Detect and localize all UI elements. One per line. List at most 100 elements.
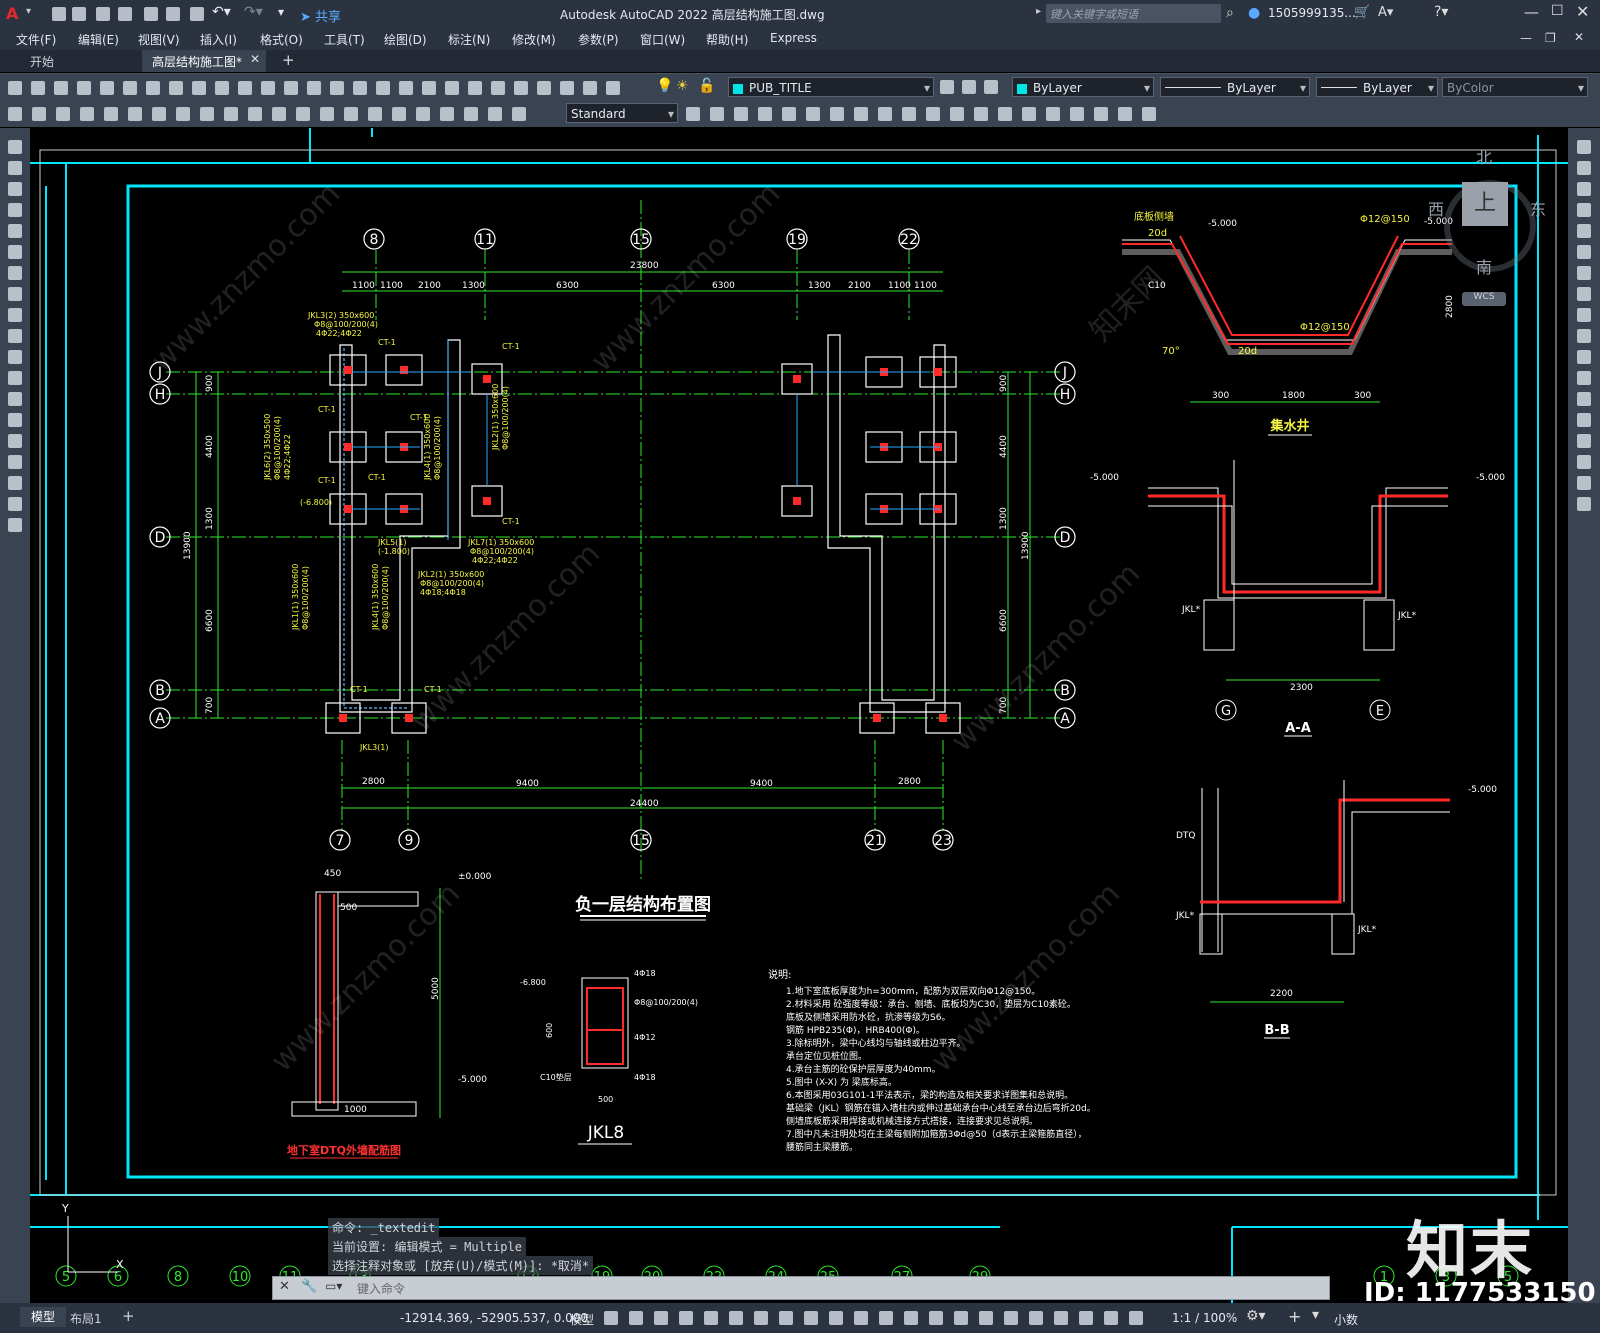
dimension-tool-5-icon[interactable] — [104, 107, 118, 121]
standard-tool-16-icon[interactable] — [353, 81, 367, 95]
draw-tool-8-icon[interactable] — [8, 287, 22, 301]
modify-tool-13-icon[interactable] — [1577, 392, 1591, 406]
open-web-icon[interactable] — [144, 7, 158, 21]
color-dropdown[interactable]: ByLayer — [1012, 77, 1154, 98]
save-web-icon[interactable] — [166, 7, 180, 21]
open-file-icon[interactable] — [72, 7, 86, 21]
modify-tool-18-icon[interactable] — [1577, 497, 1591, 511]
dimension-tool-13-icon[interactable] — [296, 107, 310, 121]
status-toggle-12-icon[interactable] — [879, 1311, 893, 1325]
standard-tool-8-icon[interactable] — [169, 81, 183, 95]
status-toggle-11-icon[interactable] — [854, 1311, 868, 1325]
draw-tool-5-icon[interactable] — [8, 224, 22, 238]
command-input[interactable]: ✕ 🔧 ▭▾ 键入命令 — [272, 1276, 1330, 1300]
standard-tool-21-icon[interactable] — [468, 81, 482, 95]
modify-tool-6-icon[interactable] — [806, 107, 820, 121]
annotation-scale[interactable]: 1:1 / 100% — [1172, 1311, 1237, 1325]
standard-tool-7-icon[interactable] — [146, 81, 160, 95]
modify-tool-12-icon[interactable] — [1577, 371, 1591, 385]
menu-view[interactable]: 视图(V) — [138, 31, 180, 48]
autocad-logo-icon[interactable]: A — [6, 4, 18, 23]
modify-tool-15-icon[interactable] — [1022, 107, 1036, 121]
dimension-tool-18-icon[interactable] — [416, 107, 430, 121]
print-icon[interactable] — [190, 7, 204, 21]
standard-tool-4-icon[interactable] — [77, 81, 91, 95]
standard-tool-24-icon[interactable] — [537, 81, 551, 95]
dimension-tool-20-icon[interactable] — [464, 107, 478, 121]
modify-tool-7-icon[interactable] — [830, 107, 844, 121]
layer-dropdown[interactable]: PUB_TITLE — [728, 77, 934, 98]
search-field[interactable]: 键入关键字或短语 — [1046, 4, 1221, 23]
status-toggle-9-icon[interactable] — [804, 1311, 818, 1325]
layer-previous-icon[interactable] — [962, 80, 976, 94]
draw-tool-18-icon[interactable] — [8, 497, 22, 511]
menu-file[interactable]: 文件(F) — [16, 31, 56, 48]
standard-tool-5-icon[interactable] — [100, 81, 114, 95]
status-toggle-17-icon[interactable] — [1004, 1311, 1018, 1325]
modify-tool-10-icon[interactable] — [902, 107, 916, 121]
modify-tool-12-icon[interactable] — [950, 107, 964, 121]
command-close-icon[interactable]: ✕ — [279, 1279, 290, 1294]
dimension-tool-9-icon[interactable] — [200, 107, 214, 121]
draw-tool-6-icon[interactable] — [8, 245, 22, 259]
standard-tool-9-icon[interactable] — [192, 81, 206, 95]
dimension-tool-14-icon[interactable] — [320, 107, 334, 121]
layer-states-icon[interactable] — [984, 80, 998, 94]
status-toggle-7-icon[interactable] — [754, 1311, 768, 1325]
tab-model[interactable]: 模型 — [20, 1307, 66, 1327]
standard-tool-12-icon[interactable] — [261, 81, 275, 95]
modify-tool-11-icon[interactable] — [926, 107, 940, 121]
modify-tool-1-icon[interactable] — [1577, 140, 1591, 154]
modify-tool-1-icon[interactable] — [686, 107, 700, 121]
modify-tool-17-icon[interactable] — [1070, 107, 1084, 121]
minimize-icon[interactable]: — — [1524, 3, 1539, 21]
standard-tool-22-icon[interactable] — [491, 81, 505, 95]
draw-tool-3-icon[interactable] — [8, 182, 22, 196]
draw-tool-16-icon[interactable] — [8, 455, 22, 469]
dimstyle-dropdown[interactable]: Standard — [566, 103, 678, 124]
status-toggle-10-icon[interactable] — [829, 1311, 843, 1325]
standard-tool-11-icon[interactable] — [238, 81, 252, 95]
help-icon[interactable]: ?▾ — [1434, 4, 1448, 20]
new-file-icon[interactable] — [52, 7, 66, 21]
menu-window[interactable]: 窗口(W) — [640, 31, 685, 48]
draw-tool-1-icon[interactable] — [8, 140, 22, 154]
dimension-tool-16-icon[interactable] — [368, 107, 382, 121]
standard-tool-26-icon[interactable] — [583, 81, 597, 95]
customize-qat-icon[interactable]: ▾ — [278, 5, 284, 19]
share-button[interactable]: ➤ 共享 — [300, 6, 341, 25]
menu-help[interactable]: 帮助(H) — [706, 31, 748, 48]
modify-tool-10-icon[interactable] — [1577, 329, 1591, 343]
modify-tool-15-icon[interactable] — [1577, 434, 1591, 448]
new-tab-icon[interactable]: + — [282, 51, 295, 69]
drawing-canvas[interactable]: JKL3(2) 350x600 Φ8@100/200(4) 4Φ22;4Φ22 … — [30, 128, 1568, 1303]
doc-close-icon[interactable]: ✕ — [1574, 30, 1584, 44]
wcs-dropdown[interactable]: WCS — [1462, 292, 1506, 306]
lineweight-dropdown[interactable]: ByLayer — [1316, 77, 1438, 98]
modify-tool-6-icon[interactable] — [1577, 245, 1591, 259]
standard-tool-27-icon[interactable] — [606, 81, 620, 95]
app-menu-chevron-icon[interactable]: ▾ — [26, 6, 31, 17]
modify-tool-13-icon[interactable] — [974, 107, 988, 121]
units-readout[interactable]: 小数 — [1334, 1311, 1358, 1328]
modify-tool-8-icon[interactable] — [854, 107, 868, 121]
modify-tool-9-icon[interactable] — [878, 107, 892, 121]
model-space-toggle[interactable]: 模型 — [570, 1311, 594, 1328]
status-toggle-20-icon[interactable] — [1079, 1311, 1093, 1325]
modify-tool-3-icon[interactable] — [734, 107, 748, 121]
modify-tool-14-icon[interactable] — [998, 107, 1012, 121]
dimension-tool-19-icon[interactable] — [440, 107, 454, 121]
menu-express[interactable]: Express — [770, 31, 817, 45]
modify-tool-16-icon[interactable] — [1046, 107, 1060, 121]
standard-tool-20-icon[interactable] — [445, 81, 459, 95]
viewcube[interactable]: 上 北 南 东 西 WCS — [1428, 148, 1546, 310]
menu-tools[interactable]: 工具(T) — [324, 31, 365, 48]
user-icon[interactable]: ● — [1248, 5, 1260, 21]
dimension-tool-11-icon[interactable] — [248, 107, 262, 121]
status-toggle-19-icon[interactable] — [1054, 1311, 1068, 1325]
status-toggle-13-icon[interactable] — [904, 1311, 918, 1325]
viewcube-west[interactable]: 西 — [1428, 196, 1444, 220]
dimension-tool-2-icon[interactable] — [32, 107, 46, 121]
draw-tool-10-icon[interactable] — [8, 329, 22, 343]
command-customize-icon[interactable]: 🔧 — [301, 1279, 317, 1294]
